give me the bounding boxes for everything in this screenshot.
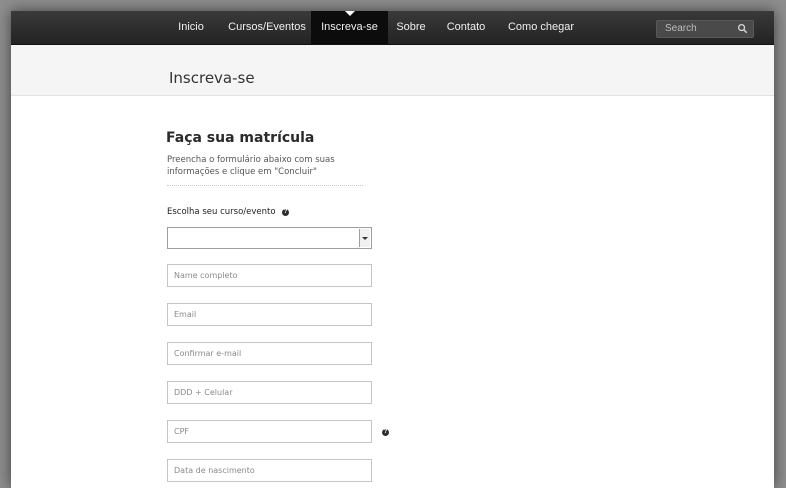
nav-item-label: Inscreva-se bbox=[321, 21, 378, 33]
phone-field[interactable] bbox=[167, 381, 372, 404]
search-icon[interactable] bbox=[737, 23, 748, 34]
top-navbar: Inicio Cursos/Eventos Inscreva-se Sobre … bbox=[11, 11, 774, 45]
birth-date-field[interactable] bbox=[167, 459, 372, 482]
nav-item-inscreva-se[interactable]: Inscreva-se bbox=[311, 11, 388, 44]
active-caret-icon bbox=[344, 11, 355, 16]
search-box bbox=[656, 20, 754, 38]
form-subtitle: Preencha o formulário abaixo com suas in… bbox=[167, 155, 335, 177]
page-header: Inscreva-se bbox=[11, 45, 774, 96]
email-field[interactable] bbox=[167, 303, 372, 326]
nav-item-contato[interactable]: Contato bbox=[440, 11, 492, 44]
form-title: Faça sua matrícula bbox=[166, 130, 315, 146]
nav-item-cursos-eventos[interactable]: Cursos/Eventos bbox=[220, 11, 314, 44]
nav-item-como-chegar[interactable]: Como chegar bbox=[505, 11, 577, 44]
cpf-field[interactable] bbox=[167, 420, 372, 443]
full-name-field[interactable] bbox=[167, 264, 372, 287]
page-frame: Inicio Cursos/Eventos Inscreva-se Sobre … bbox=[11, 11, 774, 488]
course-select-label: Escolha seu curso/evento bbox=[167, 207, 276, 217]
nav-item-sobre[interactable]: Sobre bbox=[390, 11, 432, 44]
nav-item-inicio[interactable]: Inicio bbox=[171, 11, 211, 44]
course-select[interactable] bbox=[167, 227, 372, 249]
dotted-divider bbox=[167, 185, 363, 186]
help-icon[interactable]: ? bbox=[282, 209, 289, 216]
search-input[interactable] bbox=[657, 21, 735, 37]
chevron-down-icon[interactable] bbox=[359, 229, 370, 247]
page-title: Inscreva-se bbox=[169, 69, 255, 87]
cpf-help-icon[interactable]: ? bbox=[382, 429, 389, 436]
confirm-email-field[interactable] bbox=[167, 342, 372, 365]
